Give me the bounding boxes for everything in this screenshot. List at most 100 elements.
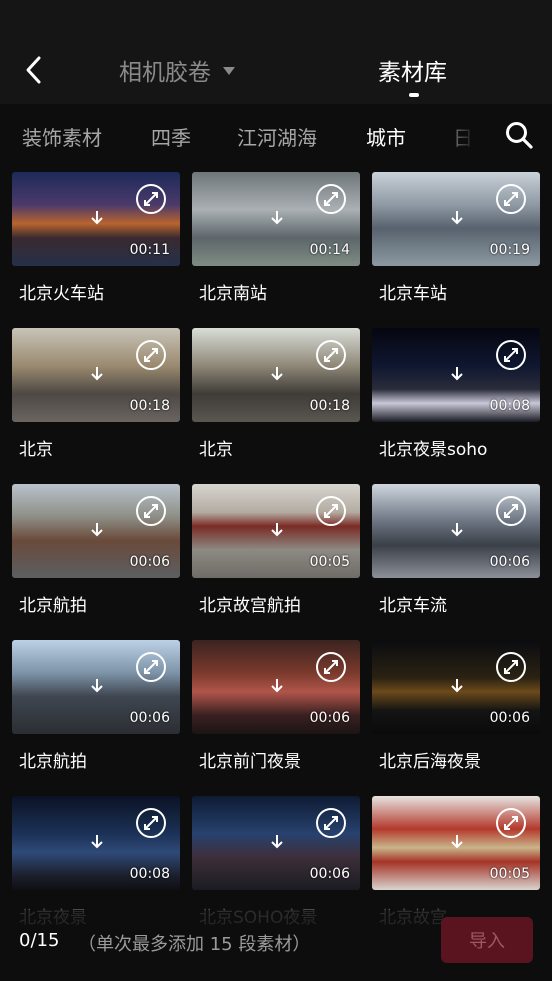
- clip-duration: 00:05: [309, 554, 350, 570]
- download-icon: [91, 835, 103, 849]
- clip-card[interactable]: 00:18 北京: [192, 328, 360, 460]
- clip-duration: 00:18: [129, 398, 170, 414]
- tab-material-library-label: 素材库: [378, 60, 447, 86]
- clip-card[interactable]: 00:05 北京故宫航拍: [192, 484, 360, 616]
- clip-duration: 00:06: [309, 866, 350, 882]
- expand-icon[interactable]: [496, 808, 526, 838]
- clip-thumbnail[interactable]: 00:08: [372, 328, 540, 422]
- expand-icon[interactable]: [316, 340, 346, 370]
- clip-card[interactable]: 00:06 北京后海夜景: [372, 640, 540, 772]
- category-decor[interactable]: 装饰素材: [22, 122, 102, 151]
- expand-icon[interactable]: [496, 340, 526, 370]
- top-bar: 相机胶卷 素材库: [0, 0, 552, 104]
- download-icon: [91, 679, 103, 693]
- import-button[interactable]: 导入: [441, 917, 533, 963]
- download-icon: [451, 679, 463, 693]
- clip-thumbnail[interactable]: 00:06: [372, 640, 540, 734]
- clip-duration: 00:06: [129, 710, 170, 726]
- clip-title: 北京航拍: [19, 752, 87, 772]
- clip-duration: 00:19: [489, 242, 530, 258]
- back-button[interactable]: [18, 52, 50, 88]
- expand-icon[interactable]: [136, 808, 166, 838]
- clip-title: 北京后海夜景: [379, 752, 481, 772]
- clip-thumbnail[interactable]: 00:06: [372, 484, 540, 578]
- clip-title: 北京: [19, 440, 53, 460]
- clip-card[interactable]: 00:08北京夜景: [12, 796, 180, 928]
- download-icon: [91, 367, 103, 381]
- clip-thumbnail[interactable]: 00:19: [372, 172, 540, 266]
- clip-thumbnail[interactable]: 00:05: [192, 484, 360, 578]
- clip-card[interactable]: 00:14 北京南站: [192, 172, 360, 304]
- clip-duration: 00:06: [489, 710, 530, 726]
- download-icon: [451, 523, 463, 537]
- tab-camera-roll-label: 相机胶卷: [119, 60, 211, 86]
- expand-icon[interactable]: [496, 184, 526, 214]
- expand-icon[interactable]: [316, 808, 346, 838]
- expand-icon[interactable]: [316, 652, 346, 682]
- selection-hint: （单次最多添加 15 段素材）: [78, 934, 311, 955]
- clip-title: 北京前门夜景: [199, 752, 301, 772]
- expand-icon[interactable]: [136, 340, 166, 370]
- clip-duration: 00:06: [129, 554, 170, 570]
- download-icon: [271, 835, 283, 849]
- clip-card[interactable]: 00:18 北京: [12, 328, 180, 460]
- clip-card[interactable]: 00:19 北京车站: [372, 172, 540, 304]
- clip-title: 北京夜景soho: [379, 440, 488, 460]
- download-icon: [91, 211, 103, 225]
- clip-title: 北京车站: [379, 284, 447, 304]
- clip-card[interactable]: 00:05北京故宫: [372, 796, 540, 928]
- clip-duration: 00:06: [309, 710, 350, 726]
- clip-thumbnail[interactable]: 00:05: [372, 796, 540, 890]
- clip-thumbnail[interactable]: 00:18: [12, 328, 180, 422]
- clip-card[interactable]: 00:06北京SOHO夜景: [192, 796, 360, 928]
- clip-thumbnail[interactable]: 00:06: [12, 640, 180, 734]
- clip-card[interactable]: 00:06 北京车流: [372, 484, 540, 616]
- clip-title: 北京故宫航拍: [199, 596, 301, 616]
- expand-icon[interactable]: [496, 652, 526, 682]
- clip-thumbnail[interactable]: 00:06: [192, 640, 360, 734]
- clip-thumbnail[interactable]: 00:06: [192, 796, 360, 890]
- clip-duration: 00:08: [129, 866, 170, 882]
- clip-grid: 00:11 北京火车站 00:14 北京南站 00:19 北京车站 00:18 北京 00:18…: [0, 166, 552, 981]
- clip-card[interactable]: 00:06 北京航拍: [12, 484, 180, 616]
- download-icon: [91, 523, 103, 537]
- download-icon: [271, 211, 283, 225]
- clip-card[interactable]: 00:06 北京前门夜景: [192, 640, 360, 772]
- expand-icon[interactable]: [316, 496, 346, 526]
- clip-card[interactable]: 00:06 北京航拍: [12, 640, 180, 772]
- category-seasons[interactable]: 四季: [151, 122, 191, 151]
- selected-count: 0/15: [19, 930, 60, 951]
- clip-thumbnail[interactable]: 00:11: [12, 172, 180, 266]
- category-waters[interactable]: 江河湖海: [237, 122, 317, 151]
- download-icon: [451, 211, 463, 225]
- expand-icon[interactable]: [136, 184, 166, 214]
- tab-camera-roll[interactable]: 相机胶卷: [119, 52, 235, 88]
- clip-title: 北京: [199, 440, 233, 460]
- clip-thumbnail[interactable]: 00:18: [192, 328, 360, 422]
- category-city[interactable]: 城市: [366, 122, 406, 151]
- expand-icon[interactable]: [136, 496, 166, 526]
- clip-card[interactable]: 00:08 北京夜景soho: [372, 328, 540, 460]
- clip-title: 北京车流: [379, 596, 447, 616]
- search-icon[interactable]: [504, 120, 534, 150]
- clip-thumbnail[interactable]: 00:06: [12, 484, 180, 578]
- expand-icon[interactable]: [496, 496, 526, 526]
- category-fade: [440, 104, 500, 166]
- expand-icon[interactable]: [316, 184, 346, 214]
- clip-title: 北京南站: [199, 284, 267, 304]
- active-tab-indicator: [409, 93, 419, 97]
- tab-material-library[interactable]: 素材库: [378, 52, 447, 88]
- download-icon: [451, 367, 463, 381]
- clip-duration: 00:14: [309, 242, 350, 258]
- download-icon: [451, 835, 463, 849]
- clip-duration: 00:08: [489, 398, 530, 414]
- clip-thumbnail[interactable]: 00:14: [192, 172, 360, 266]
- clip-thumbnail[interactable]: 00:08: [12, 796, 180, 890]
- chevron-left-icon: [26, 56, 41, 84]
- clip-card[interactable]: 00:11 北京火车站: [12, 172, 180, 304]
- clip-duration: 00:18: [309, 398, 350, 414]
- caret-down-icon: [223, 67, 235, 75]
- expand-icon[interactable]: [136, 652, 166, 682]
- download-icon: [271, 523, 283, 537]
- clip-duration: 00:06: [489, 554, 530, 570]
